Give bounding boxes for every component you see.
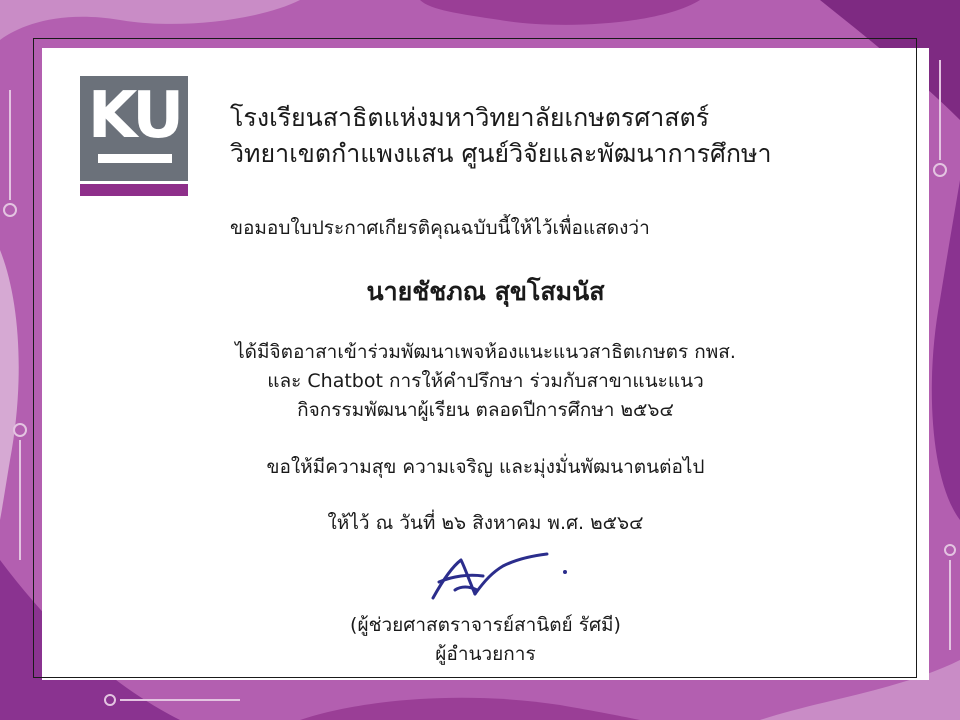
body-line2: และ Chatbot การให้คำปรึกษา ร่วมกับสาขาแน… [267,370,704,392]
school-name-line1: โรงเรียนสาธิตแห่งมหาวิทยาลัยเกษตรศาสตร์ [230,103,710,132]
logo-purple-bar [80,184,188,196]
wish-text: ขอให้มีความสุข ความเจริญ และมุ่งมั่นพัฒน… [266,456,705,478]
signature-image [431,552,567,600]
body-line1: ได้มีจิตอาสาเข้าร่วมพัฒนาเพจห้องแนะแนวสา… [235,341,736,363]
school-name-line2: วิทยาเขตกำแพงแสน ศูนย์วิจัยและพัฒนาการศึ… [230,139,772,168]
recipient-name: นายชัชภณ สุขโสมนัส [366,277,605,306]
school-name: โรงเรียนสาธิตแห่งมหาวิทยาลัยเกษตรศาสตร์ … [230,100,772,172]
ku-logo: KU [80,76,188,196]
certificate-intro: ขอมอบใบประกาศเกียรติคุณฉบับนี้ให้ไว้เพื่… [230,217,650,239]
body-line3: กิจกรรมพัฒนาผู้เรียน ตลอดปีการศึกษา ๒๕๖๔ [297,399,674,421]
signer-block: (ผู้ช่วยศาสตราจารย์สานิตย์ รัศมี) ผู้อำน… [42,611,929,669]
signer-name: (ผู้ช่วยศาสตราจารย์สานิตย์ รัศมี) [350,614,621,636]
logo-letters: KU [87,79,184,153]
signer-title: ผู้อำนวยการ [435,643,536,665]
logo-underline [98,154,172,163]
issue-date: ให้ไว้ ณ วันที่ ๒๖ สิงหาคม พ.ศ. ๒๕๖๔ [327,512,644,534]
certificate-body: ได้มีจิตอาสาเข้าร่วมพัฒนาเพจห้องแนะแนวสา… [42,338,929,425]
